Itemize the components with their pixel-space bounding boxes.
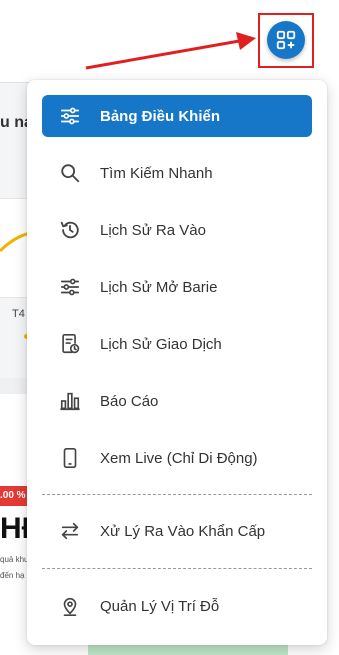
menu-item-label: Tìm Kiếm Nhanh [100, 164, 213, 182]
menu-separator [42, 568, 312, 569]
background-small-text: đến hạ [0, 571, 25, 580]
menu-item-parking-location[interactable]: Quản Lý Vị Trí Đỗ [42, 585, 312, 627]
menu-item-barrier-history[interactable]: Lịch Sử Mở Barie [42, 266, 312, 308]
menu-item-reports[interactable]: Báo Cáo [42, 380, 312, 422]
history-icon [58, 218, 82, 242]
menu-item-label: Xem Live (Chỉ Di Động) [100, 449, 258, 467]
menu-item-live-view[interactable]: Xem Live (Chỉ Di Động) [42, 437, 312, 479]
background-small-text: quả khu [0, 555, 29, 564]
background-axis-label: T4 [12, 308, 25, 320]
menu-item-label: Báo Cáo [100, 392, 159, 410]
menu-item-quick-search[interactable]: Tìm Kiếm Nhanh [42, 152, 312, 194]
menu-item-label: Xử Lý Ra Vào Khẩn Cấp [100, 522, 266, 540]
menu-item-dashboard[interactable]: Bảng Điều Khiển [42, 95, 312, 137]
bar-chart-icon [58, 389, 82, 413]
receipt-clock-icon [58, 332, 82, 356]
location-pin-icon [58, 594, 82, 618]
background-big-text: HĐ [0, 512, 30, 545]
menu-item-emergency-entry[interactable]: Xử Lý Ra Vào Khẩn Cấp [42, 510, 312, 552]
menu-toggle-button[interactable] [267, 21, 305, 59]
phone-icon [58, 446, 82, 470]
swap-arrows-icon [58, 519, 82, 543]
menu-item-transaction-history[interactable]: Lịch Sử Giao Dịch [42, 323, 312, 365]
annotation-arrow [85, 32, 256, 70]
search-icon [58, 161, 82, 185]
menu-item-label: Quản Lý Vị Trí Đỗ [100, 597, 220, 615]
menu-separator [42, 494, 312, 495]
menu-item-entry-history[interactable]: Lịch Sử Ra Vào [42, 209, 312, 251]
menu-item-label: Bảng Điều Khiển [100, 107, 221, 125]
menu-item-label: Lịch Sử Mở Barie [100, 278, 218, 296]
menu-item-label: Lịch Sử Giao Dịch [100, 335, 222, 353]
menu-item-label: Lịch Sử Ra Vào [100, 221, 206, 239]
navigation-menu: Bảng Điều Khiển Tìm Kiếm Nhanh Lịch Sử R… [27, 80, 327, 645]
apps-add-icon [276, 30, 296, 50]
sliders-icon [58, 275, 82, 299]
sliders-icon [58, 104, 82, 128]
